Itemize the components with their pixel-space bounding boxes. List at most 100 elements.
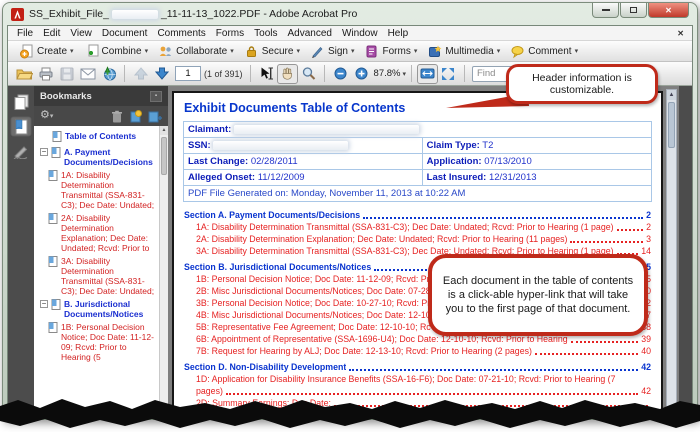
sign-button[interactable]: Sign▾ [305, 43, 360, 60]
create-icon [19, 44, 34, 59]
bookmark-item[interactable]: 3A: Disability Determination Transmittal… [48, 256, 157, 296]
toc-entry-text[interactable]: Section B. Jurisdictional Documents/Noti… [184, 262, 371, 273]
comment-button[interactable]: Comment▾ [505, 43, 583, 60]
toc-entry-text[interactable]: 2D: Summary Earnings; Doc Date: [196, 398, 331, 409]
toc-entry-text[interactable]: pages) [196, 386, 223, 397]
menu-file[interactable]: File [12, 28, 38, 39]
menu-tools[interactable]: Tools [249, 28, 282, 39]
toc-page-number[interactable]: 14 [641, 246, 651, 257]
next-page-button[interactable] [151, 64, 172, 84]
save-button[interactable] [56, 64, 77, 84]
menu-help[interactable]: Help [383, 28, 414, 39]
print-button[interactable] [35, 64, 56, 84]
secure-button[interactable]: Secure▾ [239, 43, 305, 60]
email-button[interactable] [77, 64, 98, 84]
new-bookmark-icon[interactable] [148, 110, 162, 123]
combine-button[interactable]: Combine▾ [79, 43, 154, 60]
open-file-button[interactable] [14, 64, 35, 84]
signatures-panel-button[interactable] [10, 141, 32, 162]
minimize-button[interactable] [592, 3, 619, 18]
bookmark-item[interactable]: 1A: Disability Determination Transmittal… [48, 170, 157, 210]
page-number-input[interactable]: 1 [175, 66, 201, 81]
trash-icon[interactable] [111, 110, 123, 123]
toc-page-number[interactable]: 2 [646, 210, 651, 221]
zoom-out-button[interactable] [330, 64, 351, 84]
document-scroll-thumb[interactable] [668, 102, 675, 148]
bookmark-label[interactable]: 1A: Disability Determination Transmittal… [61, 170, 157, 210]
bookmark-label[interactable]: Table of Contents [65, 131, 136, 141]
toc-page-number[interactable]: 42 [641, 386, 651, 397]
ssn-label: SSN: [188, 140, 211, 151]
zoom-in-icon [355, 67, 368, 80]
multimedia-button[interactable]: Multimedia▾ [422, 43, 505, 60]
scroll-down-icon[interactable]: ▼ [160, 405, 168, 414]
scroll-up-icon[interactable]: ▲ [667, 90, 676, 100]
select-tool-button[interactable] [256, 64, 277, 84]
previous-page-button[interactable] [130, 64, 151, 84]
document-scrollbar[interactable]: ▲ [666, 89, 677, 414]
create-button[interactable]: Create▾ [14, 43, 79, 60]
pages-panel-button[interactable] [10, 91, 32, 112]
collaborate-button[interactable]: Collaborate▾ [153, 43, 239, 60]
bookmark-item[interactable]: 2A: Disability Determination Explanation… [48, 213, 157, 253]
toc-doc-row[interactable]: 7B: Request for Hearing by ALJ; Doc Date… [184, 345, 651, 357]
menu-window[interactable]: Window [337, 28, 383, 39]
bookmarks-nav-icon [14, 119, 29, 135]
zoom-dropdown-icon[interactable]: ▾ [402, 70, 406, 78]
toc-entry-text[interactable]: 1D: Application for Disability Insurance… [196, 374, 651, 385]
bookmark-item[interactable]: Table of Contents [40, 131, 157, 144]
panel-menu-button[interactable]: ▪ [150, 91, 162, 102]
scroll-up-icon[interactable]: ▲ [160, 126, 168, 135]
toc-entry-text[interactable]: 1A: Disability Determination Transmittal… [196, 222, 614, 233]
zoom-marquee-button[interactable] [298, 64, 319, 84]
toc-entry-text[interactable]: Section A. Payment Documents/Decisions [184, 210, 360, 221]
hand-tool-button[interactable] [277, 64, 298, 84]
collapse-expander-icon[interactable]: − [40, 300, 48, 308]
toc-page-number[interactable]: 40 [641, 346, 651, 357]
toc-entry-text[interactable]: 2A: Disability Determination Explanation… [196, 234, 567, 245]
bookmark-item[interactable]: 1B: Personal Decision Notice; Doc Date: … [48, 322, 157, 362]
toc-doc-row[interactable]: pages) 42 [184, 385, 651, 397]
menu-forms[interactable]: Forms [211, 28, 249, 39]
toc-page-number[interactable]: 42 [641, 362, 651, 373]
options-gear-icon[interactable]: ⚙▾ [40, 110, 53, 122]
maximize-button[interactable] [620, 3, 647, 18]
bookmarks-panel-button[interactable] [10, 116, 32, 137]
toc-doc-row[interactable]: 2D: Summary Earnings; Doc Date: [184, 397, 651, 409]
bookmark-item[interactable]: − A. Payment Documents/Decisions [40, 147, 157, 167]
bookmark-label[interactable]: 2A: Disability Determination Explanation… [61, 213, 157, 253]
close-button[interactable]: ✕ [648, 3, 689, 18]
toc-section-row[interactable]: Section D. Non-Disability Development 42 [184, 361, 651, 373]
menu-advanced[interactable]: Advanced [283, 28, 337, 39]
toc-page-number[interactable]: 39 [641, 334, 651, 345]
toc-doc-row[interactable]: 1D: Application for Disability Insurance… [184, 373, 651, 385]
fit-page-button[interactable] [438, 64, 459, 84]
expand-current-bookmark-icon[interactable] [129, 110, 142, 123]
zoom-level-value[interactable]: 87.8% [374, 68, 401, 79]
toc-entry-text[interactable]: Section D. Non-Disability Development [184, 362, 346, 373]
toc-page-number[interactable]: 3 [646, 234, 651, 245]
bookmark-item[interactable]: − B. Jurisdictional Documents/Notices [40, 299, 157, 319]
title-bar[interactable]: SS_Exhibit_File_ _11-11-13_1022.PDF - Ad… [3, 3, 697, 25]
menu-document[interactable]: Document [97, 28, 153, 39]
fit-width-button[interactable] [417, 64, 438, 84]
bookmarks-scrollbar[interactable]: ▲ ▼ [159, 126, 168, 414]
menu-edit[interactable]: Edit [38, 28, 65, 39]
toc-doc-row[interactable]: 2A: Disability Determination Explanation… [184, 233, 651, 245]
collapse-expander-icon[interactable]: − [40, 148, 48, 156]
toc-doc-row[interactable]: 1A: Disability Determination Transmittal… [184, 221, 651, 233]
forms-button[interactable]: Forms▾ [359, 43, 422, 60]
upload-web-button[interactable] [98, 64, 119, 84]
menu-comments[interactable]: Comments [152, 28, 210, 39]
bookmark-label[interactable]: A. Payment Documents/Decisions [64, 147, 157, 167]
menu-view[interactable]: View [65, 28, 97, 39]
bookmarks-scroll-thumb[interactable] [161, 137, 167, 175]
toc-entry-text[interactable]: 7B: Request for Hearing by ALJ; Doc Date… [196, 346, 532, 357]
toc-section-row[interactable]: Section A. Payment Documents/Decisions 2 [184, 209, 651, 221]
zoom-in-button[interactable] [351, 64, 372, 84]
bookmark-label[interactable]: B. Jurisdictional Documents/Notices [64, 299, 157, 319]
bookmark-label[interactable]: 1B: Personal Decision Notice; Doc Date: … [61, 322, 157, 362]
bookmark-label[interactable]: 3A: Disability Determination Transmittal… [61, 256, 157, 296]
toc-page-number[interactable]: 2 [646, 222, 651, 233]
menubar-close-icon[interactable]: ✕ [677, 29, 688, 38]
